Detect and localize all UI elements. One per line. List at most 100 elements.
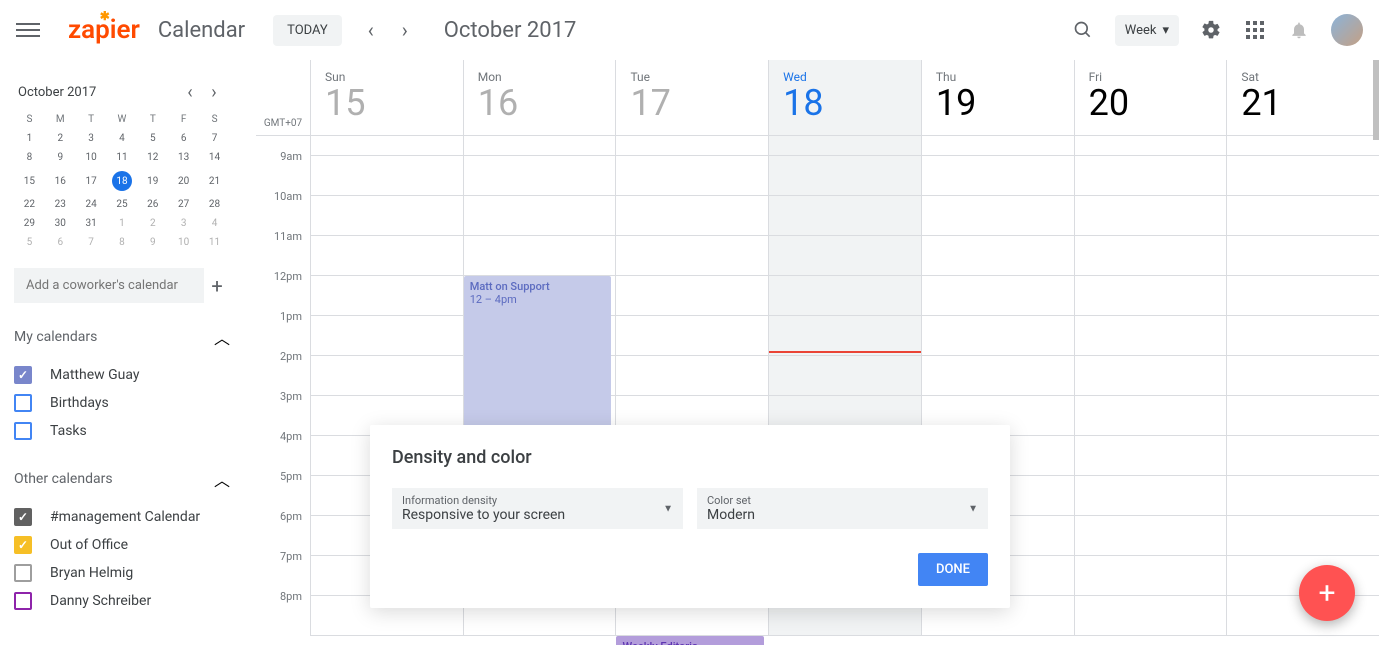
calendar-item[interactable]: Bryan Helmig: [14, 559, 230, 587]
day-header[interactable]: Mon16: [463, 60, 616, 135]
calendar-event[interactable]: Weekly Editoria...8:30pm: [616, 636, 764, 645]
avatar[interactable]: [1331, 14, 1363, 46]
scrollbar[interactable]: [1373, 60, 1379, 140]
mini-cal-day[interactable]: 3: [168, 214, 199, 233]
mini-cal-day[interactable]: 13: [168, 148, 199, 167]
search-icon[interactable]: [1071, 18, 1095, 42]
logo-star-icon: ✱: [100, 9, 110, 23]
density-dropdown[interactable]: Information density Responsive to your s…: [392, 488, 683, 529]
menu-icon[interactable]: [16, 18, 40, 42]
mini-cal-day[interactable]: 23: [45, 195, 76, 214]
calendar-item[interactable]: Out of Office: [14, 531, 230, 559]
calendar-checkbox[interactable]: [14, 366, 32, 384]
header-right: Week▾: [1071, 14, 1363, 46]
day-number: 17: [630, 82, 754, 124]
calendar-checkbox[interactable]: [14, 564, 32, 582]
apps-icon[interactable]: [1243, 18, 1267, 42]
mini-cal-day[interactable]: 10: [76, 148, 107, 167]
mini-cal-day[interactable]: 22: [14, 195, 45, 214]
mini-cal-day[interactable]: 5: [137, 129, 168, 148]
mini-cal-day[interactable]: 11: [199, 233, 230, 252]
mini-cal-day[interactable]: 15: [14, 167, 45, 195]
mini-cal-day[interactable]: 4: [107, 129, 138, 148]
calendar-item[interactable]: #management Calendar: [14, 503, 230, 531]
mini-cal-dow: S: [14, 110, 45, 129]
mini-cal-day[interactable]: 20: [168, 167, 199, 195]
calendar-event[interactable]: Matt on Support12 – 4pm: [464, 276, 612, 436]
notifications-icon[interactable]: [1287, 18, 1311, 42]
time-label: 8pm: [256, 590, 310, 630]
calendar-item[interactable]: Birthdays: [14, 389, 230, 417]
density-label: Information density: [402, 494, 673, 507]
day-header[interactable]: Sat21: [1226, 60, 1379, 135]
mini-cal-day[interactable]: 9: [137, 233, 168, 252]
calendar-checkbox[interactable]: [14, 592, 32, 610]
mini-cal-day[interactable]: 3: [76, 129, 107, 148]
next-week-button[interactable]: ›: [390, 15, 420, 45]
time-label: 12pm: [256, 270, 310, 310]
mini-cal-day[interactable]: 2: [137, 214, 168, 233]
my-calendars-section: My calendars ︿ Matthew GuayBirthdaysTask…: [14, 321, 230, 445]
mini-cal-day[interactable]: 10: [168, 233, 199, 252]
mini-cal-day[interactable]: 30: [45, 214, 76, 233]
mini-cal-day[interactable]: 9: [45, 148, 76, 167]
mini-cal-day[interactable]: 26: [137, 195, 168, 214]
calendar-item[interactable]: Matthew Guay: [14, 361, 230, 389]
day-header[interactable]: Sun15: [310, 60, 463, 135]
done-button[interactable]: DONE: [918, 553, 988, 586]
mini-cal-day[interactable]: 7: [76, 233, 107, 252]
mini-cal-day[interactable]: 27: [168, 195, 199, 214]
add-coworker-input[interactable]: [14, 268, 204, 303]
calendar-checkbox[interactable]: [14, 422, 32, 440]
prev-week-button[interactable]: ‹: [356, 15, 386, 45]
calendar-checkbox[interactable]: [14, 394, 32, 412]
my-calendars-toggle[interactable]: My calendars ︿: [14, 321, 230, 353]
add-coworker-plus[interactable]: +: [204, 269, 230, 303]
mini-cal-day[interactable]: 25: [107, 195, 138, 214]
mini-cal-day[interactable]: 5: [14, 233, 45, 252]
dropdown-arrow-icon: ▼: [968, 503, 978, 514]
mini-cal-day[interactable]: 2: [45, 129, 76, 148]
mini-cal-day[interactable]: 19: [137, 167, 168, 195]
mini-cal-day[interactable]: 12: [137, 148, 168, 167]
mini-cal-day[interactable]: 14: [199, 148, 230, 167]
mini-cal-day[interactable]: 28: [199, 195, 230, 214]
timezone-label: GMT+07: [256, 60, 310, 135]
mini-cal-day[interactable]: 1: [107, 214, 138, 233]
mini-cal-day[interactable]: 18: [107, 167, 138, 195]
mini-cal-day[interactable]: 6: [45, 233, 76, 252]
calendar-item[interactable]: Tasks: [14, 417, 230, 445]
settings-icon[interactable]: [1199, 18, 1223, 42]
create-event-fab[interactable]: +: [1299, 565, 1355, 621]
mini-cal-day[interactable]: 4: [199, 214, 230, 233]
header: zapier✱ Calendar TODAY ‹ › October 2017 …: [0, 0, 1379, 60]
mini-cal-day[interactable]: 29: [14, 214, 45, 233]
day-header[interactable]: Tue17: [615, 60, 768, 135]
mini-cal-day[interactable]: 8: [14, 148, 45, 167]
view-select[interactable]: Week▾: [1115, 15, 1179, 46]
day-header[interactable]: Wed18: [768, 60, 921, 135]
logo[interactable]: zapier✱: [68, 15, 140, 45]
day-header[interactable]: Thu19: [921, 60, 1074, 135]
mini-cal-day[interactable]: 17: [76, 167, 107, 195]
calendar-item[interactable]: Danny Schreiber: [14, 587, 230, 615]
today-button[interactable]: TODAY: [273, 15, 342, 46]
other-calendars-toggle[interactable]: Other calendars ︿: [14, 463, 230, 495]
mini-cal-day[interactable]: 31: [76, 214, 107, 233]
day-column[interactable]: [1226, 136, 1379, 636]
mini-cal-day[interactable]: 7: [199, 129, 230, 148]
mini-cal-day[interactable]: 11: [107, 148, 138, 167]
mini-cal-day[interactable]: 1: [14, 129, 45, 148]
mini-cal-day[interactable]: 6: [168, 129, 199, 148]
day-column[interactable]: [1074, 136, 1227, 636]
mini-cal-day[interactable]: 8: [107, 233, 138, 252]
mini-cal-next[interactable]: ›: [202, 80, 226, 104]
day-header[interactable]: Fri20: [1074, 60, 1227, 135]
mini-cal-day[interactable]: 24: [76, 195, 107, 214]
calendar-checkbox[interactable]: [14, 508, 32, 526]
calendar-checkbox[interactable]: [14, 536, 32, 554]
mini-cal-prev[interactable]: ‹: [178, 80, 202, 104]
mini-cal-day[interactable]: 16: [45, 167, 76, 195]
colorset-dropdown[interactable]: Color set Modern ▼: [697, 488, 988, 529]
mini-cal-day[interactable]: 21: [199, 167, 230, 195]
